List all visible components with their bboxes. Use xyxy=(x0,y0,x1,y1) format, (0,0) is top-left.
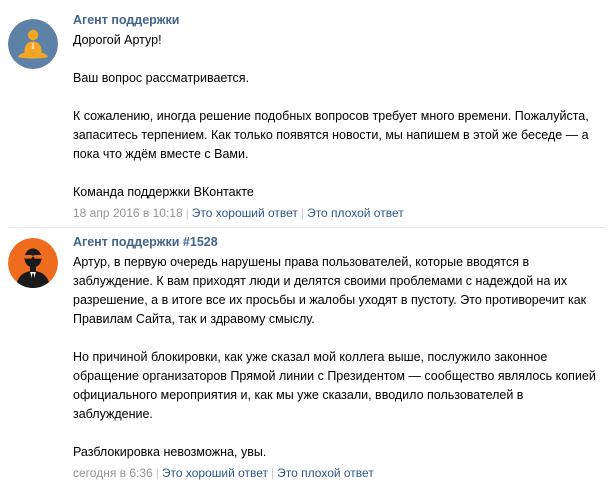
bad-answer-link[interactable]: Это плохой ответ xyxy=(277,466,374,480)
support-conversation: Агент поддержки Дорогой Артур! Ваш вопро… xyxy=(0,0,614,480)
message-meta: сегодня в 6:36 | Это хороший ответ | Это пло… xyxy=(73,465,605,482)
message-paragraph: Ваш вопрос рассматривается. xyxy=(73,71,250,85)
message-paragraph: К сожалению, иногда решение подобных воп… xyxy=(73,109,589,161)
message-text: Артур, в первую очередь нарушены права п… xyxy=(73,253,605,462)
message-item: Агент поддержки #1528 Артур, в первую оч… xyxy=(0,228,614,480)
message-paragraph: Но причиной блокировки, как уже сказал м… xyxy=(73,350,596,421)
message-timestamp[interactable]: сегодня в 6:36 xyxy=(73,466,153,480)
message-item: Агент поддержки Дорогой Артур! Ваш вопро… xyxy=(0,0,614,228)
avatar[interactable] xyxy=(8,19,58,69)
good-answer-link[interactable]: Это хороший ответ xyxy=(192,206,298,220)
message-meta: 18 апр 2016 в 10:18 | Это хороший ответ | Эт… xyxy=(73,205,605,222)
message-body: Агент поддержки Дорогой Артур! Ваш вопро… xyxy=(73,12,605,222)
separator: | xyxy=(155,466,159,480)
message-body: Агент поддержки #1528 Артур, в первую оч… xyxy=(73,234,605,482)
good-answer-link[interactable]: Это хороший ответ xyxy=(162,466,268,480)
message-text: Дорогой Артур! Ваш вопрос рассматриваетс… xyxy=(73,31,605,202)
message-paragraph: Разблокировка невозможна, увы. xyxy=(73,445,267,459)
message-timestamp[interactable]: 18 апр 2016 в 10:18 xyxy=(73,206,183,220)
message-paragraph: Команда поддержки ВКонтакте xyxy=(73,185,254,199)
separator: | xyxy=(300,206,305,220)
message-paragraph: Артур, в первую очередь нарушены права п… xyxy=(73,255,587,326)
separator: | xyxy=(185,206,189,220)
separator: | xyxy=(271,466,275,480)
author-name[interactable]: Агент поддержки xyxy=(73,12,179,28)
meditating-person-icon xyxy=(8,19,58,69)
avatar[interactable] xyxy=(8,238,58,288)
author-name[interactable]: Агент поддержки #1528 xyxy=(73,234,218,250)
agent-in-sunglasses-icon xyxy=(8,238,58,288)
message-paragraph: Дорогой Артур! xyxy=(73,33,162,47)
bad-answer-link[interactable]: Это плохой ответ xyxy=(307,206,404,220)
